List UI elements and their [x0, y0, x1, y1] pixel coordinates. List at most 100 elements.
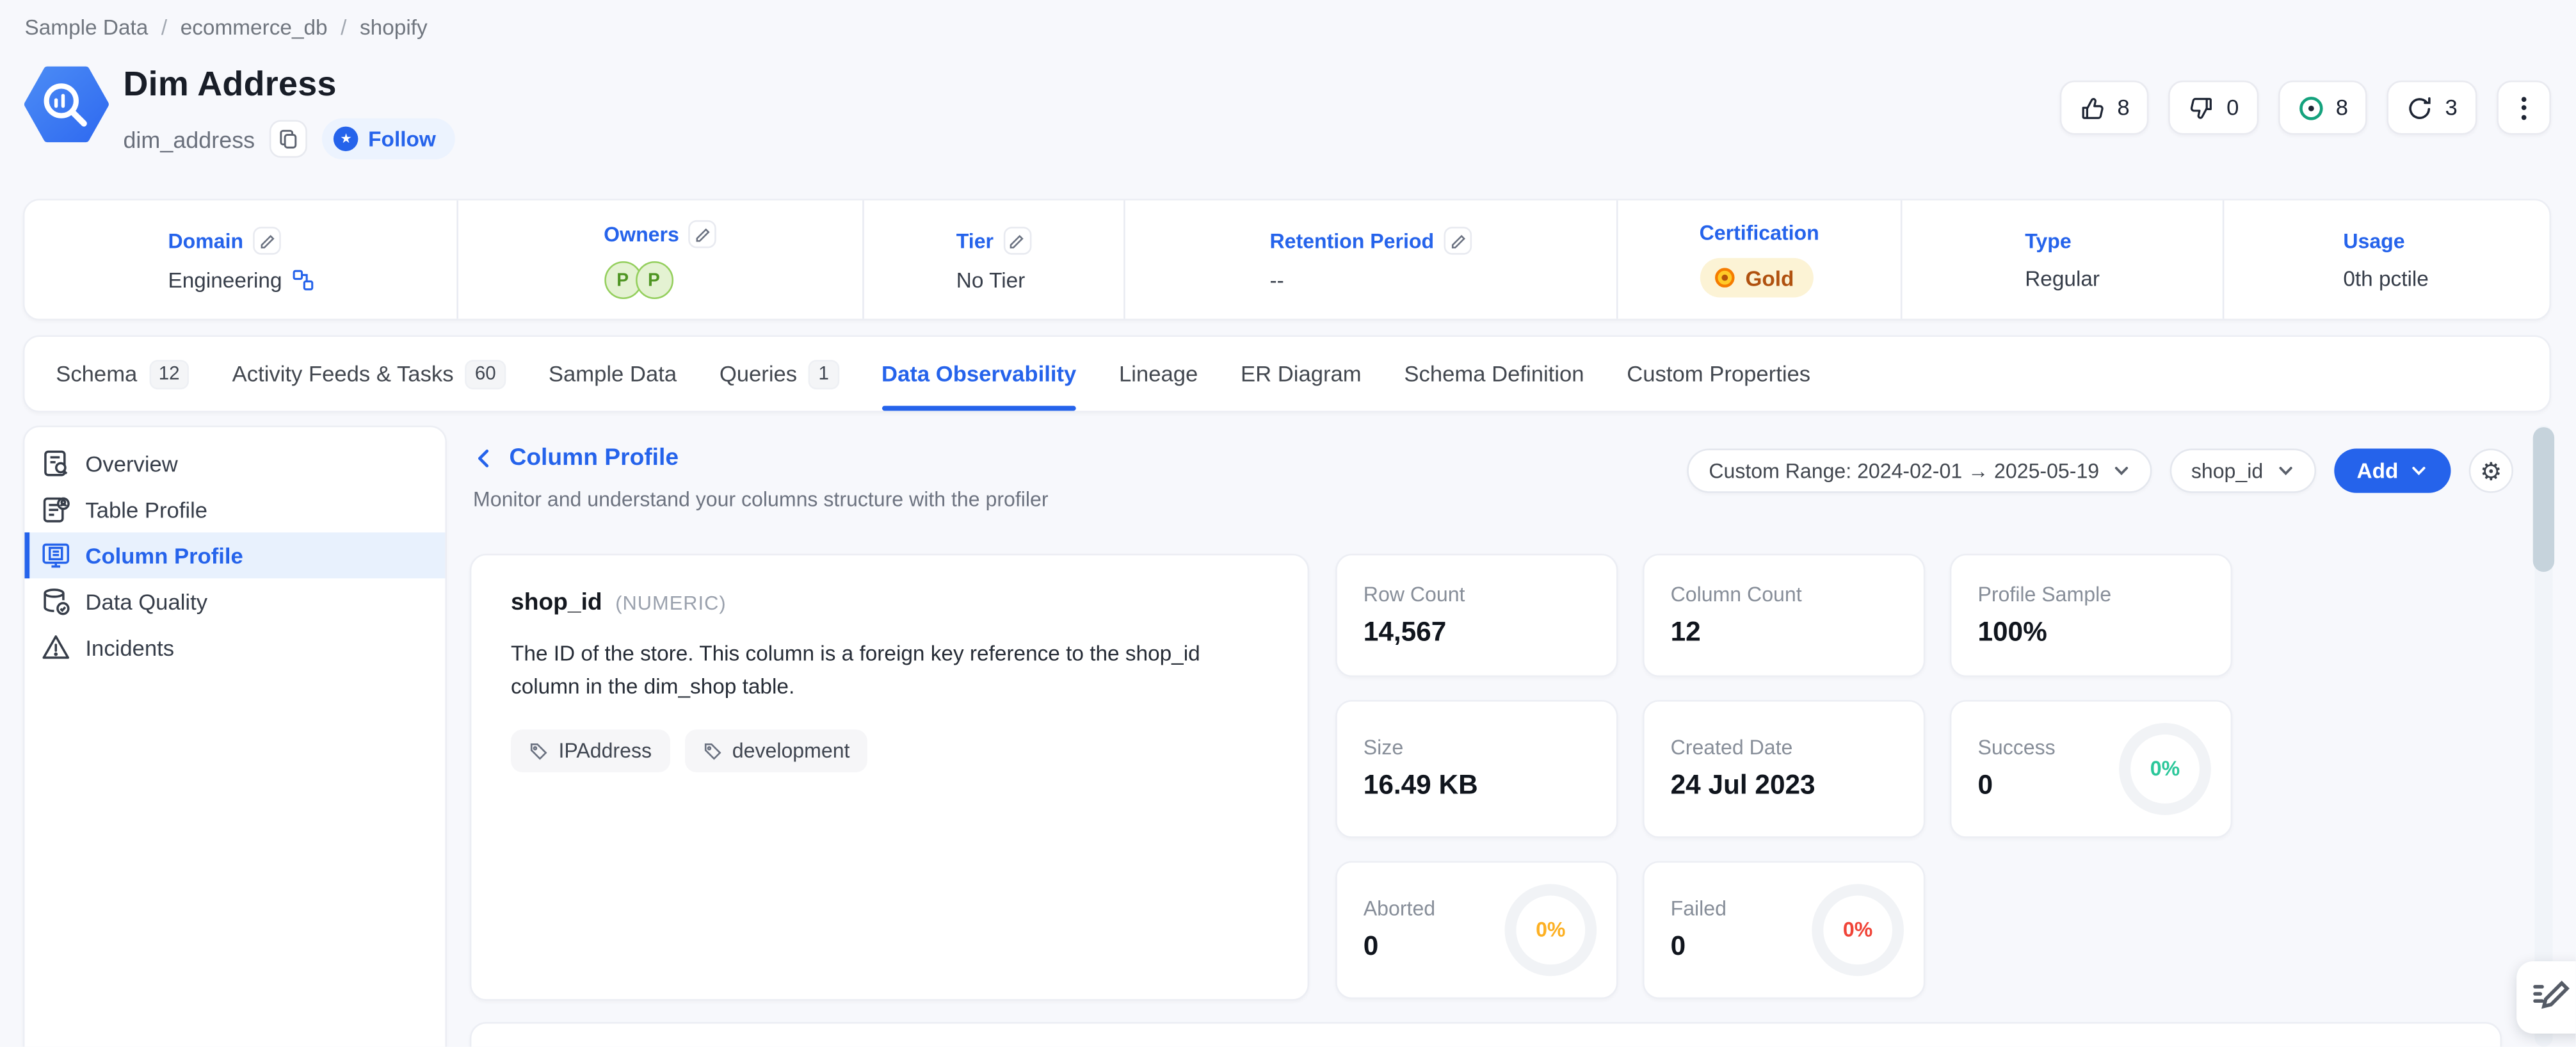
thumbs-up-icon [2079, 95, 2105, 121]
sidebar-item-column-profile[interactable]: Column Profile [24, 532, 445, 578]
edit-retention-button[interactable] [1444, 227, 1472, 255]
stat-card-profile-sample: Profile Sample 100% [1950, 554, 2232, 677]
tab-count-badge: 12 [149, 359, 189, 389]
copy-button[interactable] [270, 120, 307, 158]
retention-label: Retention Period [1269, 229, 1434, 252]
usage-label: Usage [2343, 229, 2404, 252]
owner-avatar[interactable]: P [635, 261, 673, 299]
sidebar-item-incidents[interactable]: Incidents [24, 624, 445, 670]
overview-icon [41, 449, 70, 478]
edit-domain-button[interactable] [254, 227, 282, 255]
sidebar-item-label: Column Profile [85, 543, 243, 567]
followers-icon [2298, 95, 2324, 121]
pencil-icon [259, 232, 276, 249]
date-range-dropdown[interactable]: Custom Range: 2024-02-01 → 2025-05-19 [1687, 449, 2152, 493]
type-label: Type [2025, 229, 2071, 252]
tag-chip[interactable]: development [684, 729, 867, 772]
stat-card-column-count: Column Count 12 [1643, 554, 1925, 677]
back-chevron-icon [473, 447, 496, 470]
sidebar-item-overview[interactable]: Overview [24, 441, 445, 487]
floating-tool-button[interactable] [2516, 961, 2575, 1034]
column-description: The ID of the store. This column is a fo… [511, 638, 1268, 704]
meta-usage: Usage 0th pctile [2223, 200, 2548, 319]
follow-button[interactable]: ★ Follow [322, 118, 455, 159]
domain-value[interactable]: Engineering [168, 268, 313, 292]
chevron-down-icon [2113, 462, 2130, 480]
version-count: 3 [2445, 95, 2457, 120]
breadcrumb-item-schema[interactable]: shopify [360, 15, 428, 39]
version-button[interactable]: 3 [2388, 81, 2477, 135]
edit-owners-button[interactable] [689, 220, 717, 248]
data-quality-icon [41, 587, 70, 616]
tag-icon [703, 741, 723, 761]
domain-label: Domain [168, 229, 243, 252]
annotation-pencil-icon [2530, 976, 2573, 1019]
sidebar-item-label: Table Profile [85, 497, 207, 521]
stat-card-created-date: Created Date 24 Jul 2023 [1643, 700, 1925, 838]
tag-chip[interactable]: IPAddress [511, 729, 670, 772]
tier-value: No Tier [956, 268, 1026, 292]
entity-tab-bar: Schema12 Activity Feeds & Tasks60 Sample… [23, 335, 2551, 412]
column-select-dropdown[interactable]: shop_id [2169, 449, 2315, 493]
tab-lineage[interactable]: Lineage [1119, 337, 1198, 410]
sidebar-item-table-profile[interactable]: Table Profile [24, 487, 445, 533]
tab-count-badge: 1 [809, 359, 839, 389]
tag-icon [529, 741, 549, 761]
thumbs-down-icon [2189, 95, 2215, 121]
pencil-icon [1009, 232, 1026, 249]
tab-custom-properties[interactable]: Custom Properties [1627, 337, 1810, 410]
sidebar-item-data-quality[interactable]: Data Quality [24, 578, 445, 624]
failed-percent-donut: 0% [1812, 884, 1904, 977]
more-options-button[interactable] [2497, 81, 2551, 135]
tab-schema-definition[interactable]: Schema Definition [1404, 337, 1584, 410]
star-icon: ★ [334, 127, 358, 151]
add-button[interactable]: Add [2334, 449, 2451, 493]
stat-card-size: Size 16.49 KB [1335, 700, 1618, 838]
breadcrumb-item-service[interactable]: Sample Data [24, 15, 148, 39]
tab-er-diagram[interactable]: ER Diagram [1241, 337, 1362, 410]
version-icon [2407, 95, 2433, 121]
settings-button[interactable]: ⚙ [2469, 449, 2513, 493]
downvote-button[interactable]: 0 [2169, 81, 2258, 135]
gear-icon: ⚙ [2480, 456, 2502, 485]
meta-domain: Domain Engineering [24, 200, 456, 319]
tab-queries[interactable]: Queries1 [720, 337, 839, 410]
meta-certification: Certification Gold [1616, 200, 1901, 319]
tab-activity-feeds[interactable]: Activity Feeds & Tasks60 [232, 337, 506, 410]
scrollbar-thumb[interactable] [2533, 427, 2554, 572]
tab-data-observability[interactable]: Data Observability [881, 337, 1076, 410]
sidebar-item-label: Incidents [85, 635, 174, 660]
followers-button[interactable]: 8 [2278, 81, 2368, 135]
page-title: Dim Address [123, 66, 336, 106]
stat-card-aborted: Aborted 0 0% [1335, 861, 1618, 1000]
upvote-count: 8 [2117, 95, 2129, 120]
upvote-button[interactable]: 8 [2060, 81, 2150, 135]
edit-tier-button[interactable] [1003, 227, 1031, 255]
usage-value: 0th pctile [2343, 265, 2429, 289]
section-title: Column Profile [509, 445, 679, 471]
chevron-down-icon [2276, 462, 2294, 480]
stat-card-success: Success 0 0% [1950, 700, 2232, 838]
tab-count-badge: 60 [465, 359, 506, 389]
table-profile-icon [41, 494, 70, 524]
copy-icon [278, 128, 299, 149]
tab-sample-data[interactable]: Sample Data [549, 337, 677, 410]
breadcrumb-separator: / [341, 15, 346, 39]
profile-stats-grid: Row Count 14,567 Column Count 12 Profile… [1335, 554, 2232, 999]
owners-label: Owners [604, 223, 679, 246]
incidents-icon [41, 633, 70, 662]
table-fqn-label: dim_address [123, 126, 255, 152]
bigquery-service-icon [23, 61, 110, 148]
breadcrumb-item-database[interactable]: ecommerce_db [181, 15, 328, 39]
section-subtitle: Monitor and understand your columns stru… [473, 488, 1049, 511]
domain-link-icon [292, 270, 313, 291]
stat-card-row-count: Row Count 14,567 [1335, 554, 1618, 677]
followers-count: 8 [2336, 95, 2348, 120]
column-profile-back-link[interactable]: Column Profile [473, 445, 1049, 471]
meta-tier: Tier No Tier [862, 200, 1123, 319]
medal-icon [1712, 266, 1735, 289]
breadcrumb: Sample Data / ecommerce_db / shopify [24, 15, 427, 39]
metadata-bar: Domain Engineering Owners P P [23, 199, 2551, 320]
aborted-percent-donut: 0% [1504, 884, 1597, 977]
tab-schema[interactable]: Schema12 [56, 337, 189, 410]
